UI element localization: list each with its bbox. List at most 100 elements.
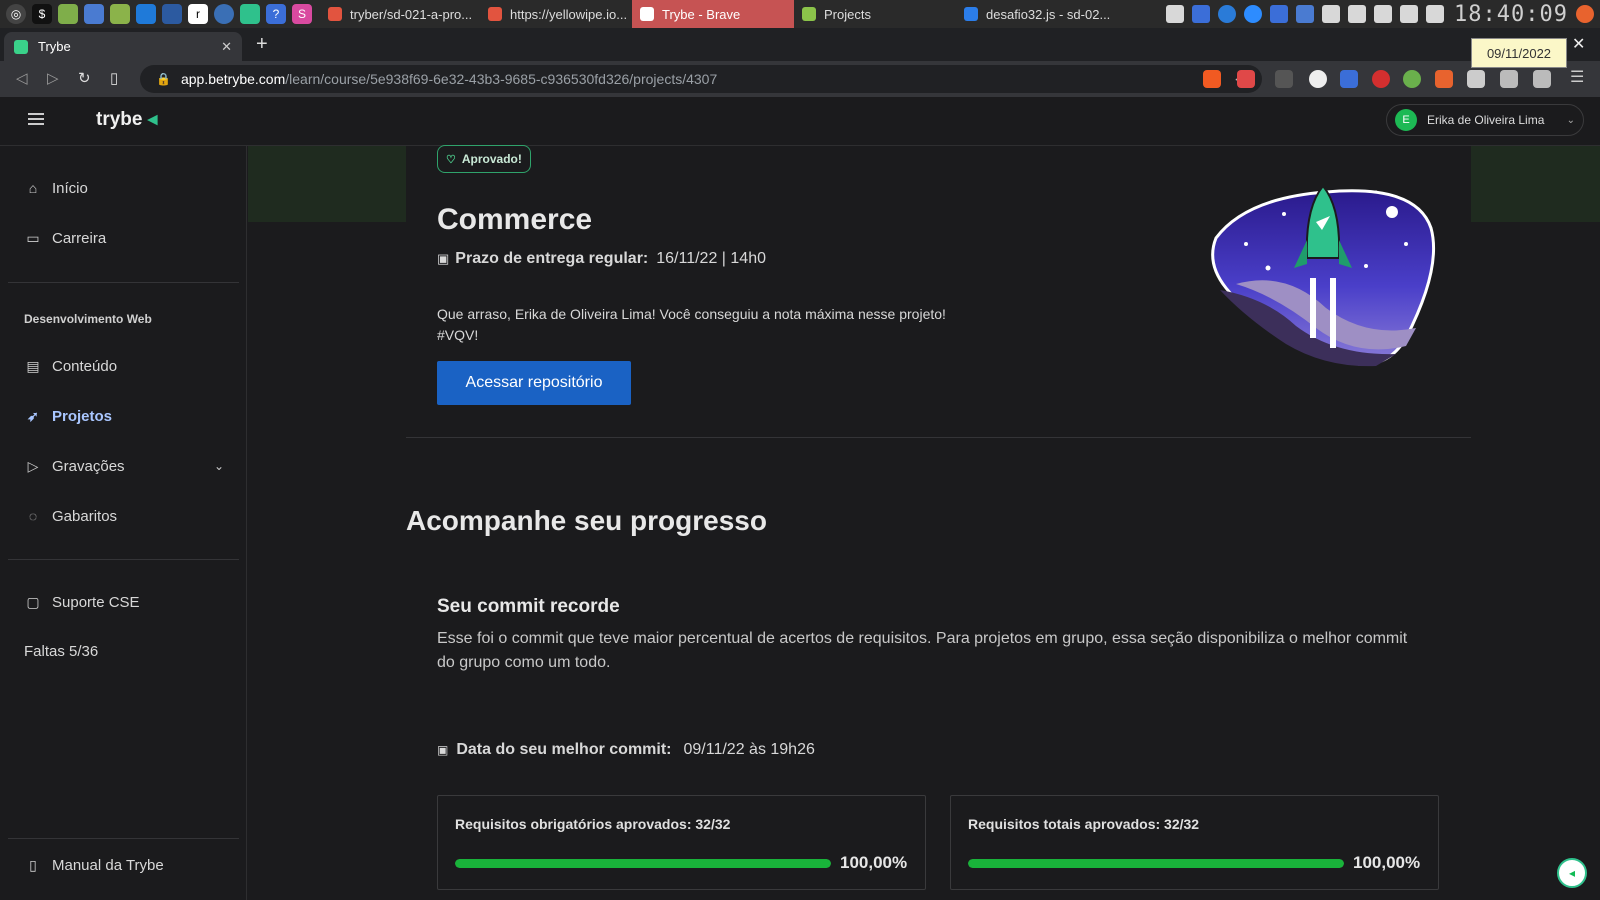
trybe-logo[interactable]: trybe ◂ (96, 108, 157, 131)
help-chat-button[interactable]: ◂ (1557, 858, 1587, 888)
sidebar-item-gravacoes[interactable]: ▷ Gravações ⌄ (24, 457, 224, 475)
calendar-icon: ▣ (437, 251, 450, 266)
requirements-card: Requisitos obrigatórios aprovados: 32/32… (437, 795, 926, 890)
updates-icon[interactable] (1348, 5, 1367, 23)
hp-icon[interactable] (1218, 5, 1237, 23)
back-icon[interactable]: ◁ (16, 69, 28, 87)
task-item[interactable]: Projects (794, 0, 956, 28)
chevron-down-icon: ⌄ (213, 459, 224, 473)
task-item[interactable]: tryber/sd-021-a-pro... (320, 0, 480, 28)
bookmark-icon[interactable]: ▯ (110, 69, 118, 87)
help-icon[interactable]: ? (266, 4, 286, 24)
clipboard-icon[interactable] (1166, 5, 1185, 23)
wifi-icon[interactable] (1400, 5, 1419, 23)
url-path: /learn/course/5e938f69-6e32-43b3-9685-c9… (285, 71, 718, 87)
app-icon[interactable]: S (292, 4, 312, 24)
file-manager-icon[interactable] (58, 4, 78, 24)
chevron-down-icon: ⌄ (1566, 114, 1575, 126)
sidebar-item-projetos[interactable]: ➶ Projetos (24, 407, 112, 425)
folder-icon[interactable] (110, 4, 130, 24)
window-close-button[interactable]: ✕ (1572, 34, 1585, 54)
sidebar-item-label: Gabaritos (52, 507, 118, 525)
trophy-icon: ♡ (446, 153, 456, 166)
extension-icon[interactable] (1435, 70, 1453, 88)
logo-text: trybe (96, 109, 143, 130)
rocket-icon: ➶ (27, 407, 39, 424)
status-badge-label: Aprovado! (461, 152, 522, 166)
trybe-icon[interactable] (240, 4, 260, 24)
launcher-icon[interactable]: ◎ (6, 4, 26, 24)
reload-icon[interactable]: ↻ (78, 69, 91, 87)
progress-bar-fill (968, 859, 1344, 868)
access-repository-button[interactable]: Acessar repositório (437, 361, 631, 405)
sidebar-item-gabaritos[interactable]: ◌ Gabaritos (24, 507, 117, 525)
tool-icon[interactable] (162, 4, 182, 24)
adblock-icon[interactable] (1372, 70, 1390, 88)
deadline-label: Prazo de entrega regular: (455, 250, 649, 267)
address-bar[interactable]: 🔒 app.betrybe.com/learn/course/5e938f69-… (140, 65, 1262, 93)
sidebar-toggle-icon[interactable] (1500, 70, 1518, 88)
screenshot-tray-icon[interactable] (1296, 5, 1315, 23)
congrats-line: #VQV! (437, 327, 479, 343)
shield-icon[interactable] (1374, 5, 1393, 23)
extension-icon[interactable] (1275, 70, 1293, 88)
vscode-icon[interactable] (136, 4, 156, 24)
bluetooth-icon[interactable] (1270, 5, 1289, 23)
browser-icon[interactable] (214, 4, 234, 24)
brave-rewards-icon[interactable] (1237, 70, 1255, 88)
hamburger-icon[interactable] (28, 113, 44, 125)
sidebar-item-conteudo[interactable]: ▤ Conteúdo (24, 357, 117, 375)
vscode-icon (964, 7, 978, 21)
task-item[interactable]: desafio32.js - sd-02... (956, 0, 1124, 28)
best-commit-date: ▣ Data do seu melhor commit: 09/11/22 às… (437, 741, 815, 759)
screenshot-icon[interactable] (84, 4, 104, 24)
sidebar-item-label: Projetos (52, 407, 113, 425)
translate-icon[interactable] (1340, 70, 1358, 88)
extension-icon[interactable] (1403, 70, 1421, 88)
task-item[interactable]: https://yellowipe.io... (480, 0, 632, 28)
hero-background (1471, 146, 1600, 222)
congrats-line: Que arraso, Erika de Oliveira Lima! Você… (437, 306, 946, 322)
clock[interactable]: 18:40:09 (1454, 2, 1568, 27)
brave-icon (640, 7, 654, 21)
bluetooth-tray-icon[interactable] (1322, 5, 1341, 23)
user-menu[interactable]: E Erika de Oliveira Lima ⌄ (1386, 104, 1584, 136)
menu-icon[interactable]: ☰ (1570, 67, 1588, 86)
avatar: E (1395, 109, 1417, 131)
puzzle-icon[interactable] (1467, 70, 1485, 88)
task-label: https://yellowipe.io... (510, 6, 628, 22)
trybe-favicon-icon (14, 39, 28, 54)
volume-icon[interactable] (1426, 5, 1445, 23)
sidebar-item-label: Conteúdo (52, 357, 118, 375)
power-icon[interactable] (1576, 5, 1594, 23)
task-item-active[interactable]: Trybe - Brave (632, 0, 794, 28)
absences-count: Faltas 5/36 (24, 643, 98, 660)
browser-toolbar: ◁ ▷ ↻ ▯ 🔒 app.betrybe.com/learn/course/5… (0, 61, 1600, 97)
new-tab-button[interactable]: + (256, 33, 268, 56)
sidebar-item-suporte[interactable]: ▢ Suporte CSE (24, 593, 139, 611)
terminal-icon[interactable]: $ (32, 4, 52, 24)
congrats-message: Que arraso, Erika de Oliveira Lima! Você… (437, 304, 997, 346)
sidebar-item-carreira[interactable]: ▭ Carreira (24, 229, 106, 247)
app-header: trybe ◂ E Erika de Oliveira Lima ⌄ (0, 97, 1600, 146)
sidebar: ⌂ Início ▭ Carreira Desenvolvimento Web … (0, 146, 247, 900)
sidebar-item-manual[interactable]: ▯ Manual da Trybe (24, 856, 164, 874)
keyboard-layout-icon[interactable] (1192, 5, 1211, 23)
sidebar-item-label: Início (52, 179, 88, 197)
divider (406, 437, 1471, 438)
brave-icon (488, 7, 502, 21)
book-icon: ▤ (26, 357, 40, 374)
zoom-icon[interactable] (1244, 5, 1263, 23)
browser-tab-active[interactable]: Trybe ✕ (4, 32, 242, 61)
brave-shields-icon[interactable] (1203, 70, 1221, 88)
wallet-icon[interactable] (1533, 70, 1551, 88)
date-tooltip: 09/11/2022 (1471, 38, 1567, 68)
forward-icon[interactable]: ▷ (47, 69, 59, 87)
best-commit-label: Data do seu melhor commit: (456, 741, 672, 758)
tab-close-icon[interactable]: ✕ (221, 39, 232, 55)
sidebar-item-inicio[interactable]: ⌂ Início (24, 179, 88, 197)
progress-bar (455, 859, 831, 868)
extension-icon[interactable] (1309, 70, 1327, 88)
notion-icon[interactable]: r (188, 4, 208, 24)
progress-percent: 100,00% (840, 853, 908, 872)
